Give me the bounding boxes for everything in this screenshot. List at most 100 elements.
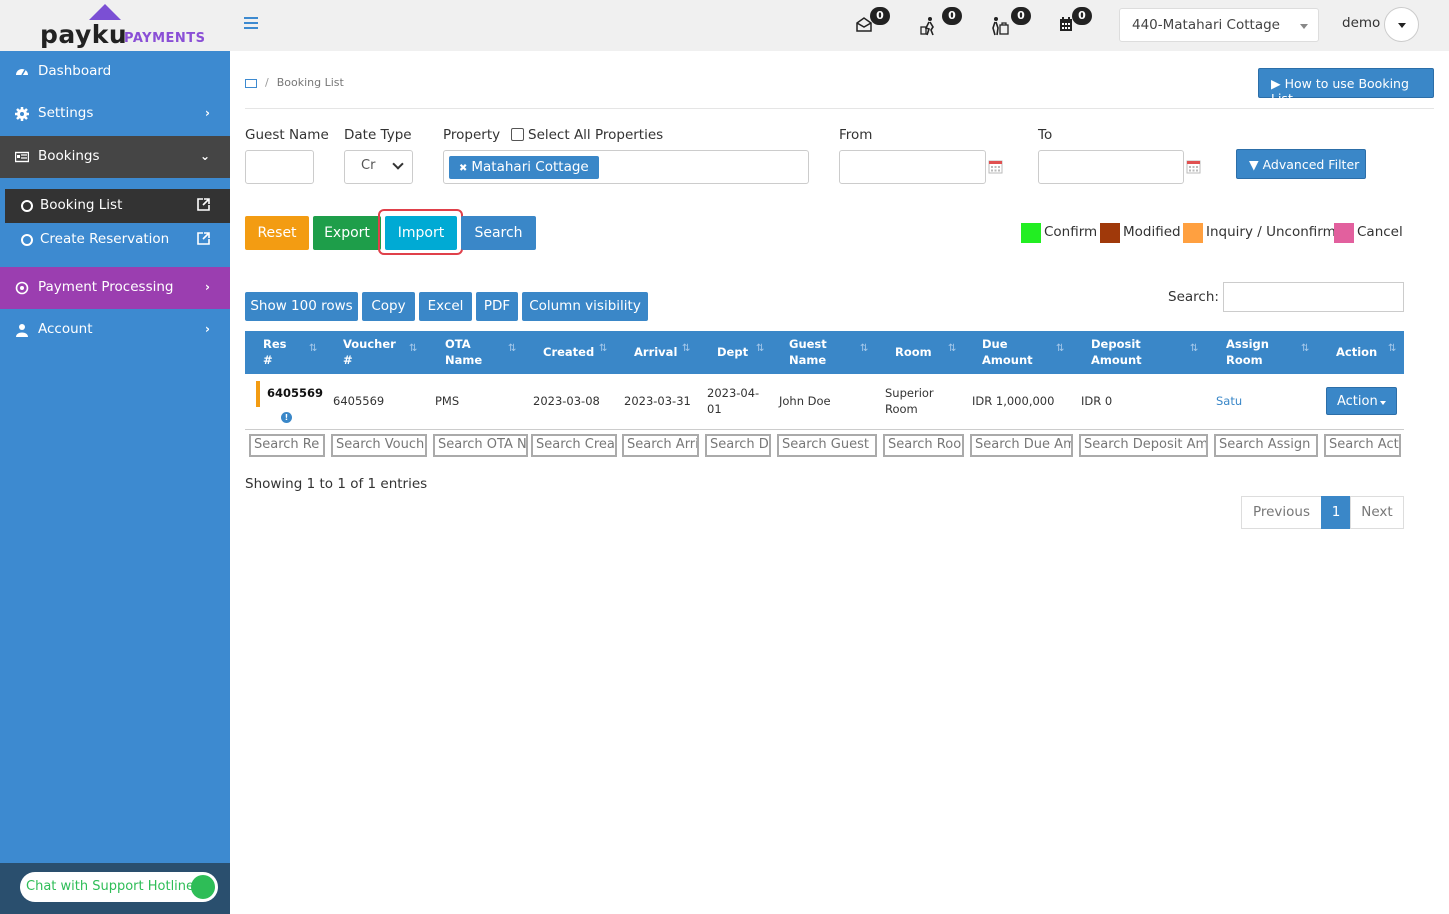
legend-swatch <box>1100 223 1120 243</box>
column-header-res[interactable]: Res # ⇅ <box>263 331 323 374</box>
departures-notification[interactable]: 0 <box>989 7 1031 38</box>
pdf-button[interactable]: PDF <box>476 292 518 321</box>
messages-notification[interactable]: 0 <box>856 7 890 38</box>
sidebar-subitem-create-reservation[interactable]: Create Reservation <box>5 223 230 257</box>
column-header-voucher[interactable]: Voucher # ⇅ <box>343 331 428 374</box>
home-card-icon[interactable] <box>245 78 257 88</box>
cell-voucher: 6405569 <box>333 394 385 408</box>
sidebar-item-account[interactable]: Account › <box>0 309 230 351</box>
sidebar-item-bookings[interactable]: Bookings ⌄ <box>0 136 230 178</box>
arrivals-notification[interactable]: 0 <box>920 7 962 38</box>
breadcrumb-current: Booking List <box>276 76 344 89</box>
table-search-input[interactable] <box>1223 282 1404 312</box>
table-header: Res # ⇅ Voucher # ⇅ OTA Name ⇅ Created ⇅ Arriva… <box>245 331 1404 374</box>
sort-icon: ⇅ <box>508 343 517 354</box>
column-header-assign-room[interactable]: Assign Room ⇅ <box>1226 331 1311 374</box>
guest-name-label: Guest Name <box>245 127 329 143</box>
sidebar-item-label: Account <box>38 321 93 337</box>
calendar-notification[interactable]: 0 <box>1058 7 1092 38</box>
sidebar-subitem-booking-list[interactable]: Booking List <box>5 189 230 223</box>
column-search-input[interactable]: Search Re <box>249 434 325 457</box>
legend-label: Modified <box>1123 224 1181 240</box>
info-icon[interactable]: ! <box>281 412 292 423</box>
circle-icon <box>21 234 33 246</box>
table-search-label: Search: <box>1168 289 1219 305</box>
from-date-input[interactable] <box>839 150 986 184</box>
pagination-previous[interactable]: Previous <box>1241 496 1322 529</box>
property-switcher[interactable]: 440-Matahari Cottage <box>1119 8 1319 42</box>
how-to-use-label: How to use Booking List <box>1271 76 1409 106</box>
to-date-input[interactable] <box>1038 150 1184 184</box>
column-search-input[interactable]: Search Due Am <box>970 434 1073 457</box>
sort-icon: ⇅ <box>1301 343 1310 354</box>
sidebar-item-dashboard[interactable]: Dashboard <box>0 51 230 93</box>
chevron-right-icon: › <box>205 106 210 120</box>
column-header-arrival[interactable]: Arrival ⇅ <box>634 331 694 374</box>
excel-button[interactable]: Excel <box>419 292 472 321</box>
advanced-filter-button[interactable]: ▼ Advanced Filter <box>1236 149 1366 179</box>
column-search-input[interactable]: Search Roo <box>883 434 964 457</box>
column-header-guest-name[interactable]: Guest Name ⇅ <box>789 331 874 374</box>
show-rows-button[interactable]: Show 100 rows <box>245 292 358 321</box>
cell-arrival: 2023-03-31 <box>624 394 691 408</box>
how-to-use-button[interactable]: ▶ How to use Booking List <box>1258 68 1434 106</box>
sidebar-item-label: Bookings <box>38 148 100 164</box>
sidebar-item-payment-processing[interactable]: Payment Processing › <box>0 267 230 309</box>
property-switcher-value: 440-Matahari Cottage <box>1132 17 1280 33</box>
column-header-ota-name[interactable]: OTA Name ⇅ <box>445 331 525 374</box>
calendar-icon[interactable] <box>1186 158 1201 174</box>
column-header-dept[interactable]: Dept ⇅ <box>717 331 772 374</box>
property-tag[interactable]: ✖ Matahari Cottage <box>449 156 599 179</box>
chat-support-button[interactable]: Chat with Support Hotline <box>20 872 218 902</box>
import-button[interactable]: Import <box>385 216 457 250</box>
cell-created: 2023-03-08 <box>533 394 600 408</box>
pagination-next[interactable]: Next <box>1350 496 1404 529</box>
sidebar-item-label: Payment Processing <box>38 279 174 295</box>
sort-icon: ⇅ <box>948 343 957 354</box>
column-search-input[interactable]: Search Vouch <box>331 434 427 457</box>
external-link-icon <box>197 232 210 245</box>
chevron-right-icon: › <box>205 322 210 336</box>
column-search-input[interactable]: Search Assign <box>1214 434 1318 457</box>
pagination-page-1[interactable]: 1 <box>1321 496 1351 529</box>
sidebar-item-settings[interactable]: Settings › <box>0 93 230 135</box>
cell-room: Superior Room <box>885 386 934 416</box>
copy-button[interactable]: Copy <box>362 292 415 321</box>
column-search-input[interactable]: Search D <box>705 434 771 457</box>
reset-button[interactable]: Reset <box>245 216 309 250</box>
gear-icon <box>15 107 29 121</box>
sort-icon: ⇅ <box>860 343 869 354</box>
calendar-icon[interactable] <box>988 158 1003 174</box>
select-all-properties-label: Select All Properties <box>528 127 664 143</box>
brand-logo[interactable]: payku PAYMENTS <box>0 0 230 51</box>
column-search-input[interactable]: Search Crea <box>531 434 617 457</box>
column-search-input[interactable]: Search Guest <box>777 434 877 457</box>
messages-count-badge: 0 <box>870 7 890 25</box>
column-search-input[interactable]: Search Arri <box>622 434 699 457</box>
column-header-room[interactable]: Room ⇅ <box>895 331 965 374</box>
user-menu-button[interactable] <box>1384 7 1419 42</box>
sort-icon: ⇅ <box>309 343 318 354</box>
row-action-button[interactable]: Action <box>1326 387 1397 415</box>
column-search-input[interactable]: Search Deposit Am <box>1079 434 1208 457</box>
column-header-created[interactable]: Created ⇅ <box>543 331 613 374</box>
column-search-input[interactable]: Search Act <box>1324 434 1401 457</box>
column-visibility-button[interactable]: Column visibility <box>522 292 648 321</box>
remove-tag-icon[interactable]: ✖ <box>459 163 467 174</box>
guest-name-input[interactable] <box>245 150 314 184</box>
cell-res[interactable]: 6405569 <box>267 385 323 401</box>
export-button[interactable]: Export <box>313 216 381 250</box>
column-header-deposit-amount[interactable]: Deposit Amount ⇅ <box>1091 331 1206 374</box>
sort-icon: ⇅ <box>1190 343 1199 354</box>
cell-assign-room-link[interactable]: Satu <box>1216 393 1242 409</box>
select-all-properties-checkbox[interactable] <box>511 128 524 141</box>
row-action-label: Action <box>1337 394 1378 409</box>
date-type-select[interactable]: Cr <box>344 150 413 184</box>
column-header-due-amount[interactable]: Due Amount ⇅ <box>982 331 1067 374</box>
logo-subtext: PAYMENTS <box>124 31 206 46</box>
chevron-right-icon: › <box>205 280 210 294</box>
menu-toggle-icon[interactable] <box>244 17 258 31</box>
search-button[interactable]: Search <box>461 216 536 250</box>
column-search-input[interactable]: Search OTA N <box>433 434 528 457</box>
column-header-action[interactable]: Action ⇅ <box>1336 331 1404 374</box>
